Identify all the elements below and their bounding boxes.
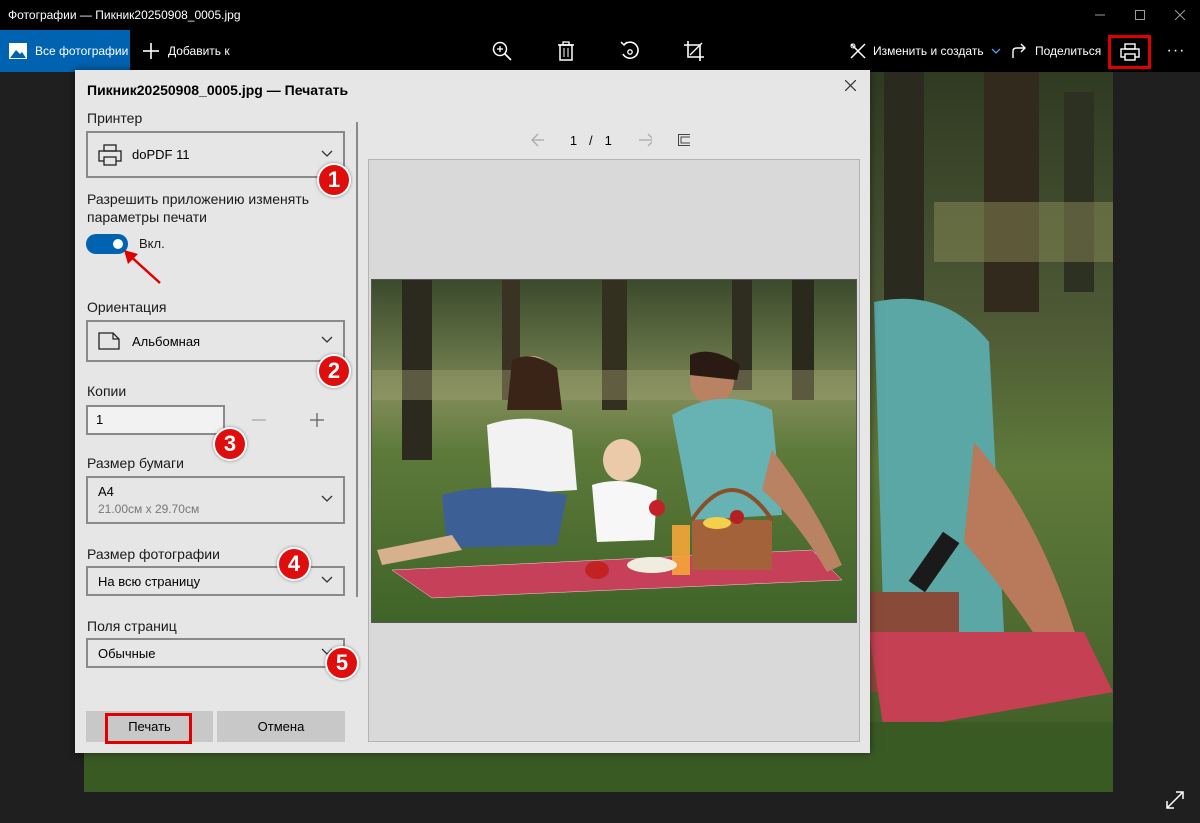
all-photos-button[interactable]: Все фотографии xyxy=(0,30,130,72)
delete-button[interactable] xyxy=(552,37,580,65)
print-button-highlight xyxy=(105,713,192,744)
printer-select[interactable]: doPDF 11 xyxy=(86,131,345,178)
chevron-down-icon xyxy=(321,150,333,157)
annotation-marker-3: 3 xyxy=(213,427,247,461)
expand-icon xyxy=(1166,791,1184,809)
window-title: Фотографии — Пикник20250908_0005.jpg xyxy=(8,8,241,22)
next-page-icon[interactable] xyxy=(638,133,652,147)
title-bar: Фотографии — Пикник20250908_0005.jpg xyxy=(0,0,1200,30)
printer-label: Принтер xyxy=(87,110,143,126)
red-arrow-annotation xyxy=(124,250,161,284)
paper-size-value: A4 xyxy=(98,484,114,499)
page-current: 1 xyxy=(569,132,578,148)
close-icon xyxy=(844,79,856,91)
photo-icon xyxy=(9,43,27,59)
all-photos-label: Все фотографии xyxy=(35,44,129,58)
edit-create-label: Изменить и создать xyxy=(873,44,984,58)
fullscreen-button[interactable] xyxy=(1163,788,1187,812)
picnic-preview-image xyxy=(372,280,856,622)
annotation-marker-1: 1 xyxy=(317,163,351,197)
plus-icon xyxy=(310,413,324,427)
minimize-icon xyxy=(1095,14,1105,16)
chevron-down-icon xyxy=(321,576,333,583)
minus-icon xyxy=(252,419,266,421)
paper-size-dims: 21.00см x 29.70см xyxy=(98,502,200,516)
add-to-label: Добавить к xyxy=(168,44,230,58)
edit-tools-icon xyxy=(850,43,866,59)
printer-value: doPDF 11 xyxy=(132,147,190,162)
share-button[interactable]: Поделиться xyxy=(1012,30,1101,72)
annotation-marker-4: 4 xyxy=(277,547,311,581)
cancel-button[interactable]: Отмена xyxy=(217,711,345,742)
zoom-in-icon xyxy=(492,41,512,61)
print-dialog: Пикник20250908_0005.jpg — Печатать Принт… xyxy=(75,70,870,753)
landscape-page-icon xyxy=(98,332,120,350)
orientation-label: Ориентация xyxy=(87,299,167,315)
close-window-button[interactable] xyxy=(1160,0,1200,30)
chevron-down-icon xyxy=(321,336,333,343)
more-options-button[interactable]: ··· xyxy=(1160,30,1192,72)
margins-select[interactable]: Обычные xyxy=(86,638,345,668)
paper-size-select[interactable]: A4 21.00см x 29.70см xyxy=(86,476,345,524)
copies-decrement-button[interactable] xyxy=(245,406,273,434)
orientation-value: Альбомная xyxy=(132,333,201,349)
maximize-icon xyxy=(1135,10,1145,20)
maximize-button[interactable] xyxy=(1120,0,1160,30)
printer-icon xyxy=(98,143,122,166)
copies-input[interactable]: 1 xyxy=(86,405,225,435)
dialog-close-button[interactable] xyxy=(840,75,860,95)
settings-scrollbar[interactable] xyxy=(356,122,358,597)
margins-label: Поля страниц xyxy=(87,618,177,634)
zoom-button[interactable] xyxy=(488,37,516,65)
crop-button[interactable] xyxy=(680,37,708,65)
photo-size-label: Размер фотографии xyxy=(87,546,220,562)
app-toolbar: Все фотографии Добавить к Изменить и соз… xyxy=(0,30,1200,72)
prev-page-icon[interactable] xyxy=(530,133,544,147)
share-label: Поделиться xyxy=(1035,44,1102,58)
annotation-marker-2: 2 xyxy=(317,354,351,388)
photo-size-value: На всю страницу xyxy=(98,573,201,589)
close-icon xyxy=(1175,10,1185,20)
plus-icon xyxy=(143,43,159,59)
page-total: 1 xyxy=(604,132,612,148)
printer-icon xyxy=(1119,43,1140,61)
print-toolbar-button[interactable] xyxy=(1108,35,1151,69)
chevron-down-icon xyxy=(991,48,1001,54)
preview-navigation: 1 / 1 xyxy=(530,130,690,150)
orientation-select[interactable]: Альбомная xyxy=(86,320,345,362)
paper-size-label: Размер бумаги xyxy=(87,455,184,471)
trash-icon xyxy=(558,41,574,61)
margins-value: Обычные xyxy=(98,645,156,661)
rotate-icon xyxy=(620,41,639,60)
minimize-button[interactable] xyxy=(1080,0,1120,30)
preview-photo xyxy=(371,279,857,623)
annotation-marker-5: 5 xyxy=(325,646,359,680)
crop-icon xyxy=(684,41,704,61)
chevron-down-icon xyxy=(321,495,333,502)
fit-page-icon[interactable] xyxy=(677,134,690,146)
rotate-button[interactable] xyxy=(616,37,644,65)
share-icon xyxy=(1012,43,1026,58)
add-to-button[interactable]: Добавить к xyxy=(142,30,230,72)
copies-increment-button[interactable] xyxy=(303,406,331,434)
dialog-title: Пикник20250908_0005.jpg — Печатать xyxy=(87,82,349,98)
edit-create-button[interactable]: Изменить и создать xyxy=(850,30,1001,72)
copies-label: Копии xyxy=(87,383,127,399)
page-separator: / xyxy=(589,132,593,148)
allow-settings-label: Разрешить приложению изменять параметры … xyxy=(87,191,310,225)
